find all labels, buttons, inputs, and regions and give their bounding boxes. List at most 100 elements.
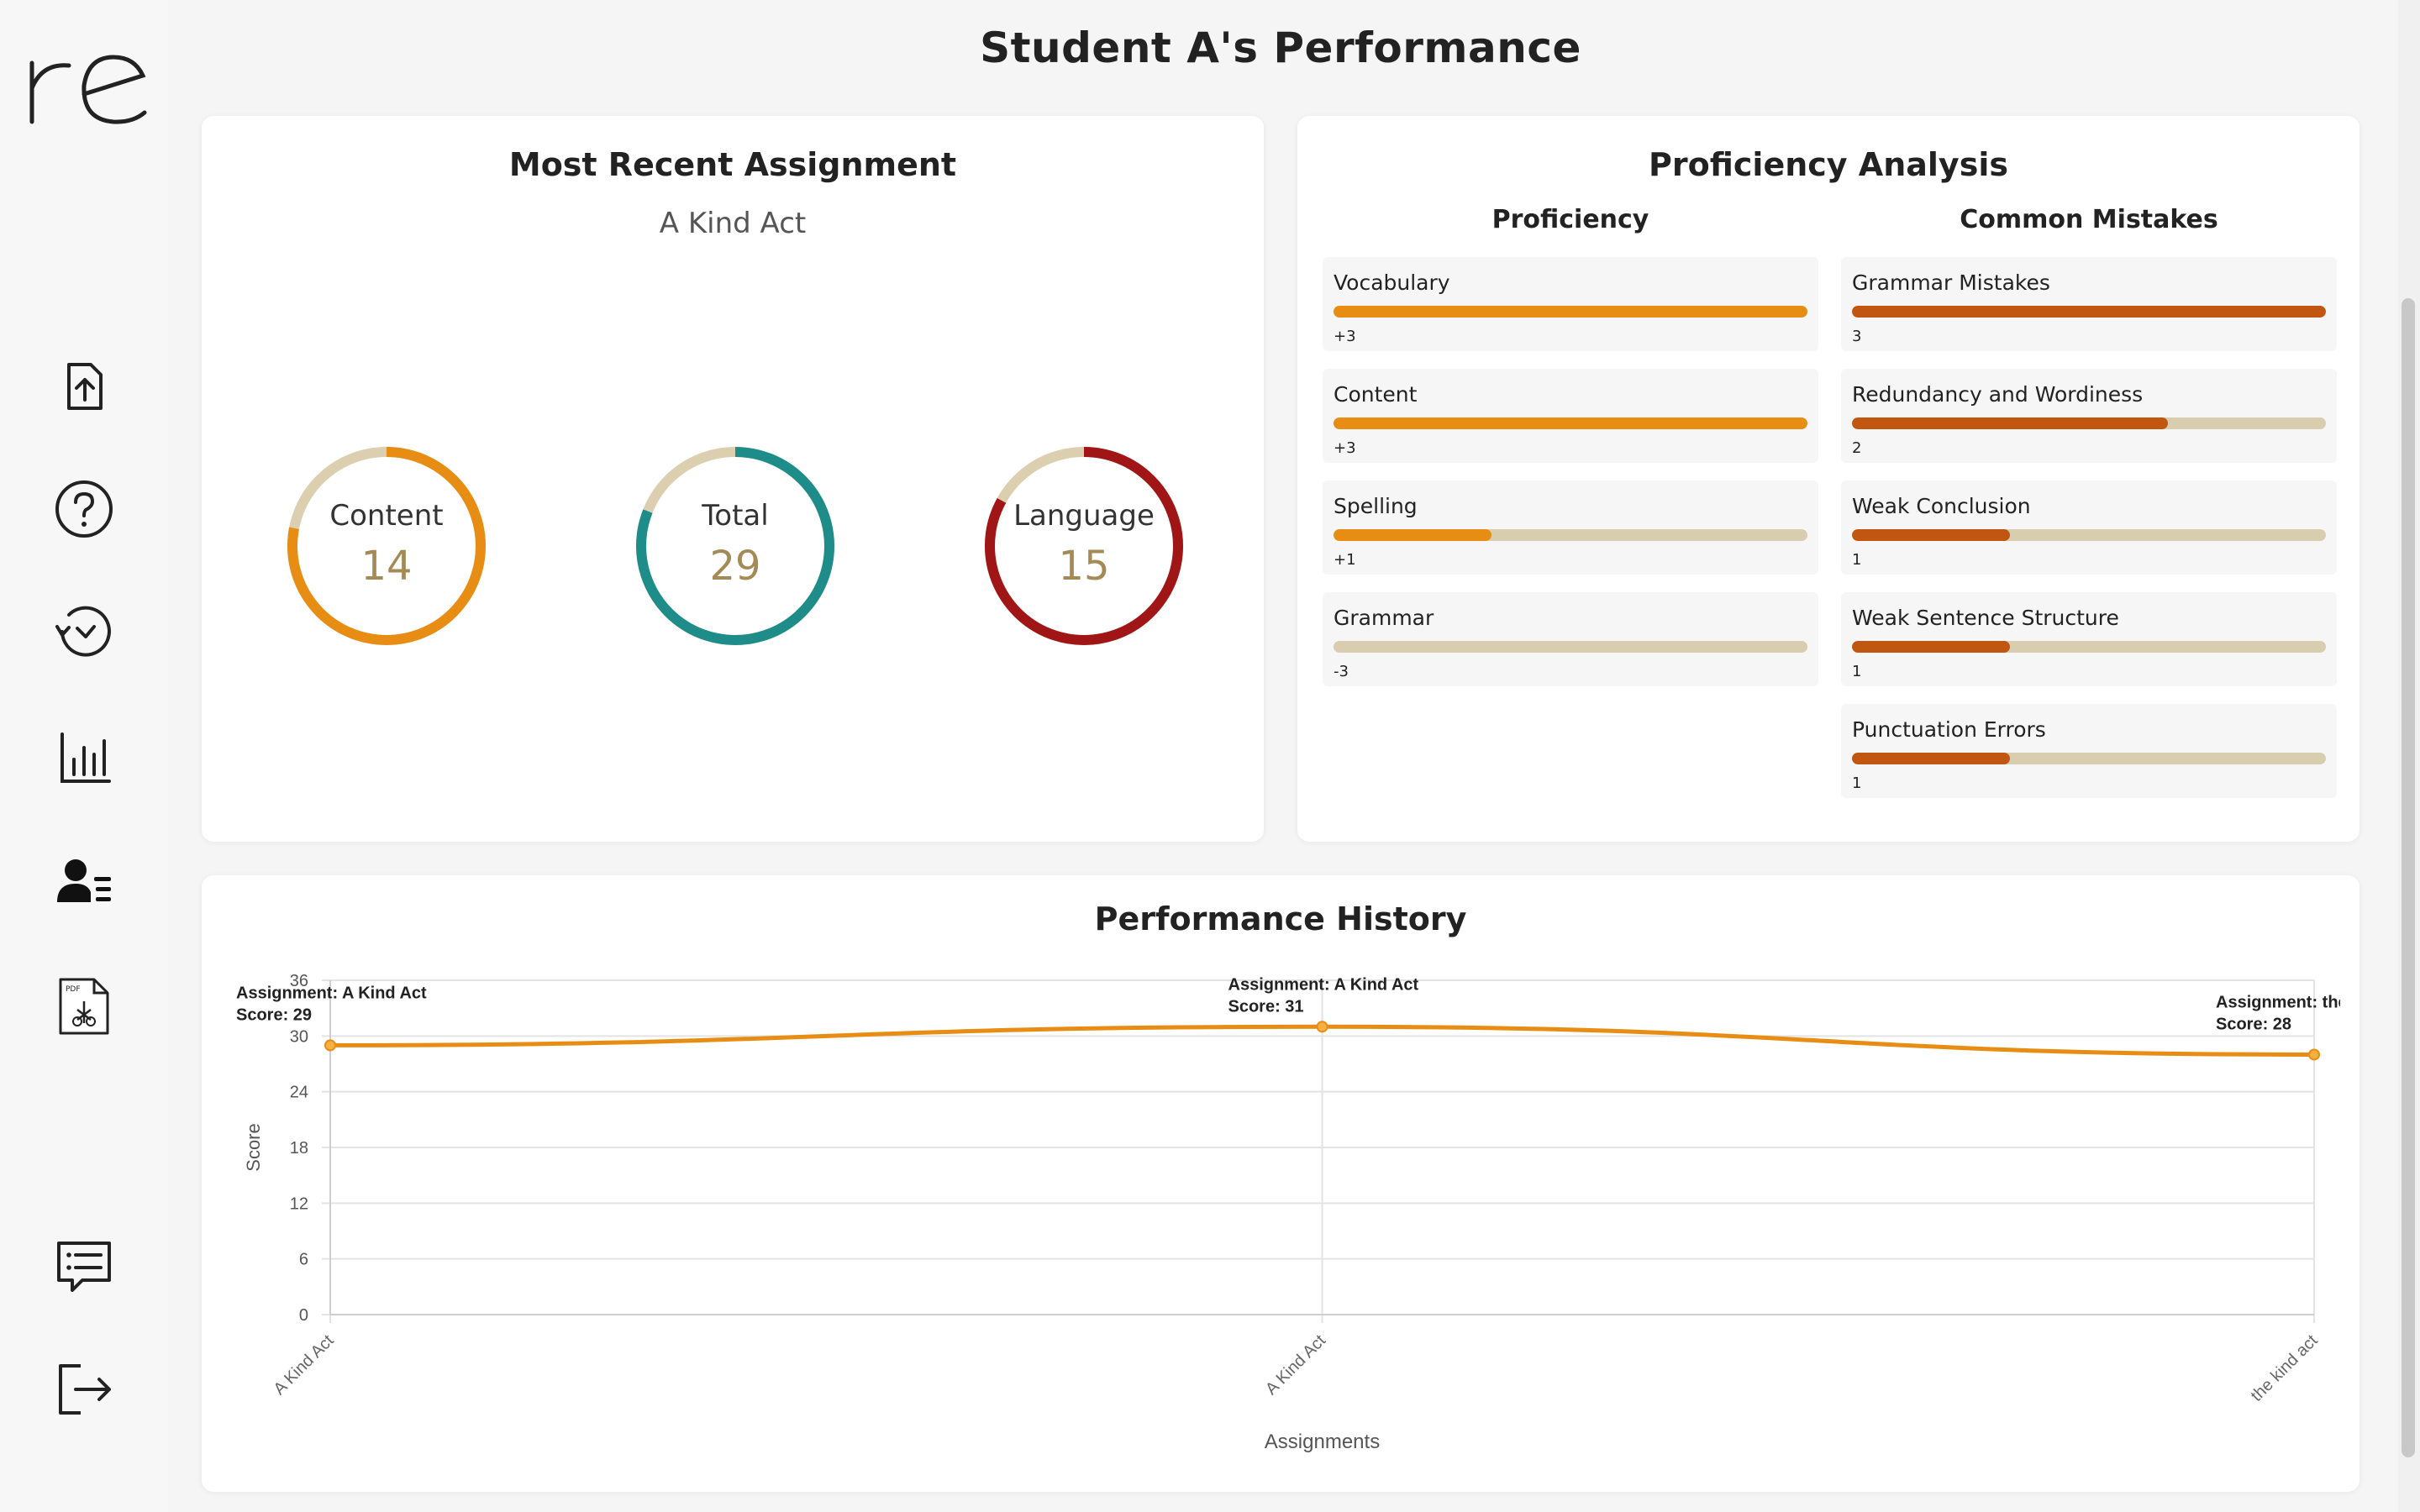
feedback-button[interactable] xyxy=(42,1225,126,1309)
help-icon xyxy=(55,480,113,538)
proficiency-value: -3 xyxy=(1334,663,1349,680)
y-tick-label: 30 xyxy=(290,1027,308,1046)
pdf-button[interactable]: PDF xyxy=(42,964,126,1048)
stats-button[interactable] xyxy=(42,716,126,800)
mistake-name: Punctuation Errors xyxy=(1852,717,2046,742)
mistake-bar xyxy=(1852,753,2326,764)
svg-text:PDF: PDF xyxy=(66,985,81,994)
proficiency-item: Content +3 xyxy=(1323,369,1818,463)
proficiency-bar xyxy=(1334,641,1807,653)
total-score-donut: Total 29 xyxy=(631,442,839,650)
upload-button[interactable] xyxy=(42,344,126,428)
history-button[interactable] xyxy=(42,590,126,674)
mistake-count: 1 xyxy=(1852,774,1862,792)
donut-label: Total xyxy=(702,499,769,533)
logout-button[interactable] xyxy=(42,1347,126,1431)
page-title: Student A's Performance xyxy=(980,24,1581,72)
proficiency-bar xyxy=(1334,529,1807,541)
students-button[interactable] xyxy=(42,840,126,924)
x-tick-label: the kind act xyxy=(2248,1331,2322,1405)
proficiency-card-title: Proficiency Analysis xyxy=(1649,146,2008,183)
y-tick-label: 6 xyxy=(299,1251,308,1269)
proficiency-name: Vocabulary xyxy=(1334,270,1450,295)
y-tick-label: 0 xyxy=(299,1306,308,1325)
proficiency-bar-fill xyxy=(1334,417,1807,429)
user-list-icon xyxy=(57,859,111,902)
recent-card-title: Most Recent Assignment xyxy=(508,146,957,183)
proficiency-bar xyxy=(1334,417,1807,429)
mistake-name: Weak Conclusion xyxy=(1852,494,2031,518)
mistake-count: 3 xyxy=(1852,328,1862,345)
x-axis-title: Assignments xyxy=(1265,1431,1380,1453)
common-mistakes-heading: Common Mistakes xyxy=(1960,205,2218,234)
scrollbar-thumb[interactable] xyxy=(2402,298,2415,1457)
history-icon xyxy=(55,606,111,657)
y-axis-title: Score xyxy=(243,1123,264,1171)
mistake-bar xyxy=(1852,417,2326,429)
proficiency-value: +3 xyxy=(1334,439,1356,457)
x-tick-label: A Kind Act xyxy=(271,1331,338,1399)
page-scrollbar[interactable] xyxy=(2398,0,2420,1512)
proficiency-item: Grammar -3 xyxy=(1323,592,1818,686)
bar-chart-icon xyxy=(60,732,111,783)
mistake-bar-fill xyxy=(1852,417,2169,429)
mistake-name: Redundancy and Wordiness xyxy=(1852,382,2144,407)
upload-icon xyxy=(67,363,103,410)
mistake-count: 2 xyxy=(1852,439,1862,457)
proficiency-bar xyxy=(1334,306,1807,318)
mistake-bar xyxy=(1852,306,2326,318)
proficiency-analysis-card: Proficiency Analysis Proficiency Common … xyxy=(1297,116,2360,842)
y-tick-label: 12 xyxy=(290,1194,308,1213)
proficiency-bar-fill xyxy=(1334,529,1491,541)
mistake-bar-fill xyxy=(1852,641,2010,653)
proficiency-heading: Proficiency xyxy=(1491,205,1649,234)
most-recent-assignment-card: Most Recent Assignment A Kind Act Conten… xyxy=(202,116,1264,842)
mistake-count: 1 xyxy=(1852,551,1862,569)
logout-icon xyxy=(59,1364,111,1415)
proficiency-name: Spelling xyxy=(1334,494,1418,518)
language-score-donut: Language 15 xyxy=(980,442,1188,650)
donut-value: 29 xyxy=(709,543,761,590)
data-point[interactable] xyxy=(2308,1048,2320,1061)
performance-history-card: Performance History 0 6 12 18 24 30 36 A Kind A… xyxy=(202,875,2360,1492)
mistake-bar-fill xyxy=(1852,753,2010,764)
donut-label: Language xyxy=(1013,499,1155,533)
donut-value: 15 xyxy=(1058,543,1110,590)
proficiency-value: +3 xyxy=(1334,328,1356,345)
mistake-bar xyxy=(1852,529,2326,541)
annotation-title: Assignment: the kind act xyxy=(2216,993,2360,1011)
mistake-count: 1 xyxy=(1852,663,1862,680)
data-point[interactable] xyxy=(1316,1021,1328,1033)
sidebar: PDF xyxy=(0,0,168,1512)
annotation-score: Score: 29 xyxy=(236,1005,312,1024)
message-list-icon xyxy=(57,1242,111,1292)
donut-value: 14 xyxy=(360,543,413,590)
annotation-score: Score: 28 xyxy=(2216,1015,2291,1033)
proficiency-name: Content xyxy=(1334,382,1418,407)
mistake-bar-fill xyxy=(1852,529,2010,541)
proficiency-item: Spelling +1 xyxy=(1323,480,1818,575)
mistake-item: Weak Conclusion 1 xyxy=(1841,480,2337,575)
mistake-name: Grammar Mistakes xyxy=(1852,270,2050,295)
performance-line-chart: 061218243036A Kind Act A Kind Act the kind… xyxy=(236,972,2360,1453)
content-score-donut: Content 14 xyxy=(282,442,491,650)
y-tick-label: 18 xyxy=(290,1139,308,1158)
annotation-title: Assignment: A Kind Act xyxy=(236,984,427,1002)
help-button[interactable] xyxy=(42,467,126,551)
mistake-bar-fill xyxy=(1852,306,2326,318)
app-logo[interactable] xyxy=(25,42,151,134)
pdf-file-icon: PDF xyxy=(59,978,109,1035)
proficiency-item: Vocabulary +3 xyxy=(1323,257,1818,351)
assignment-name: A Kind Act xyxy=(659,207,807,240)
mistake-item: Grammar Mistakes 3 xyxy=(1841,257,2337,351)
mistake-item: Redundancy and Wordiness 2 xyxy=(1841,369,2337,463)
mistake-name: Weak Sentence Structure xyxy=(1852,606,2119,630)
donut-label: Content xyxy=(329,499,444,533)
y-tick-label: 24 xyxy=(290,1084,308,1102)
annotation-title: Assignment: A Kind Act xyxy=(1228,975,1419,994)
mistake-item: Punctuation Errors 1 xyxy=(1841,704,2337,798)
data-point[interactable] xyxy=(324,1039,336,1052)
mistake-bar xyxy=(1852,641,2326,653)
mistake-item: Weak Sentence Structure 1 xyxy=(1841,592,2337,686)
proficiency-name: Grammar xyxy=(1334,606,1434,630)
